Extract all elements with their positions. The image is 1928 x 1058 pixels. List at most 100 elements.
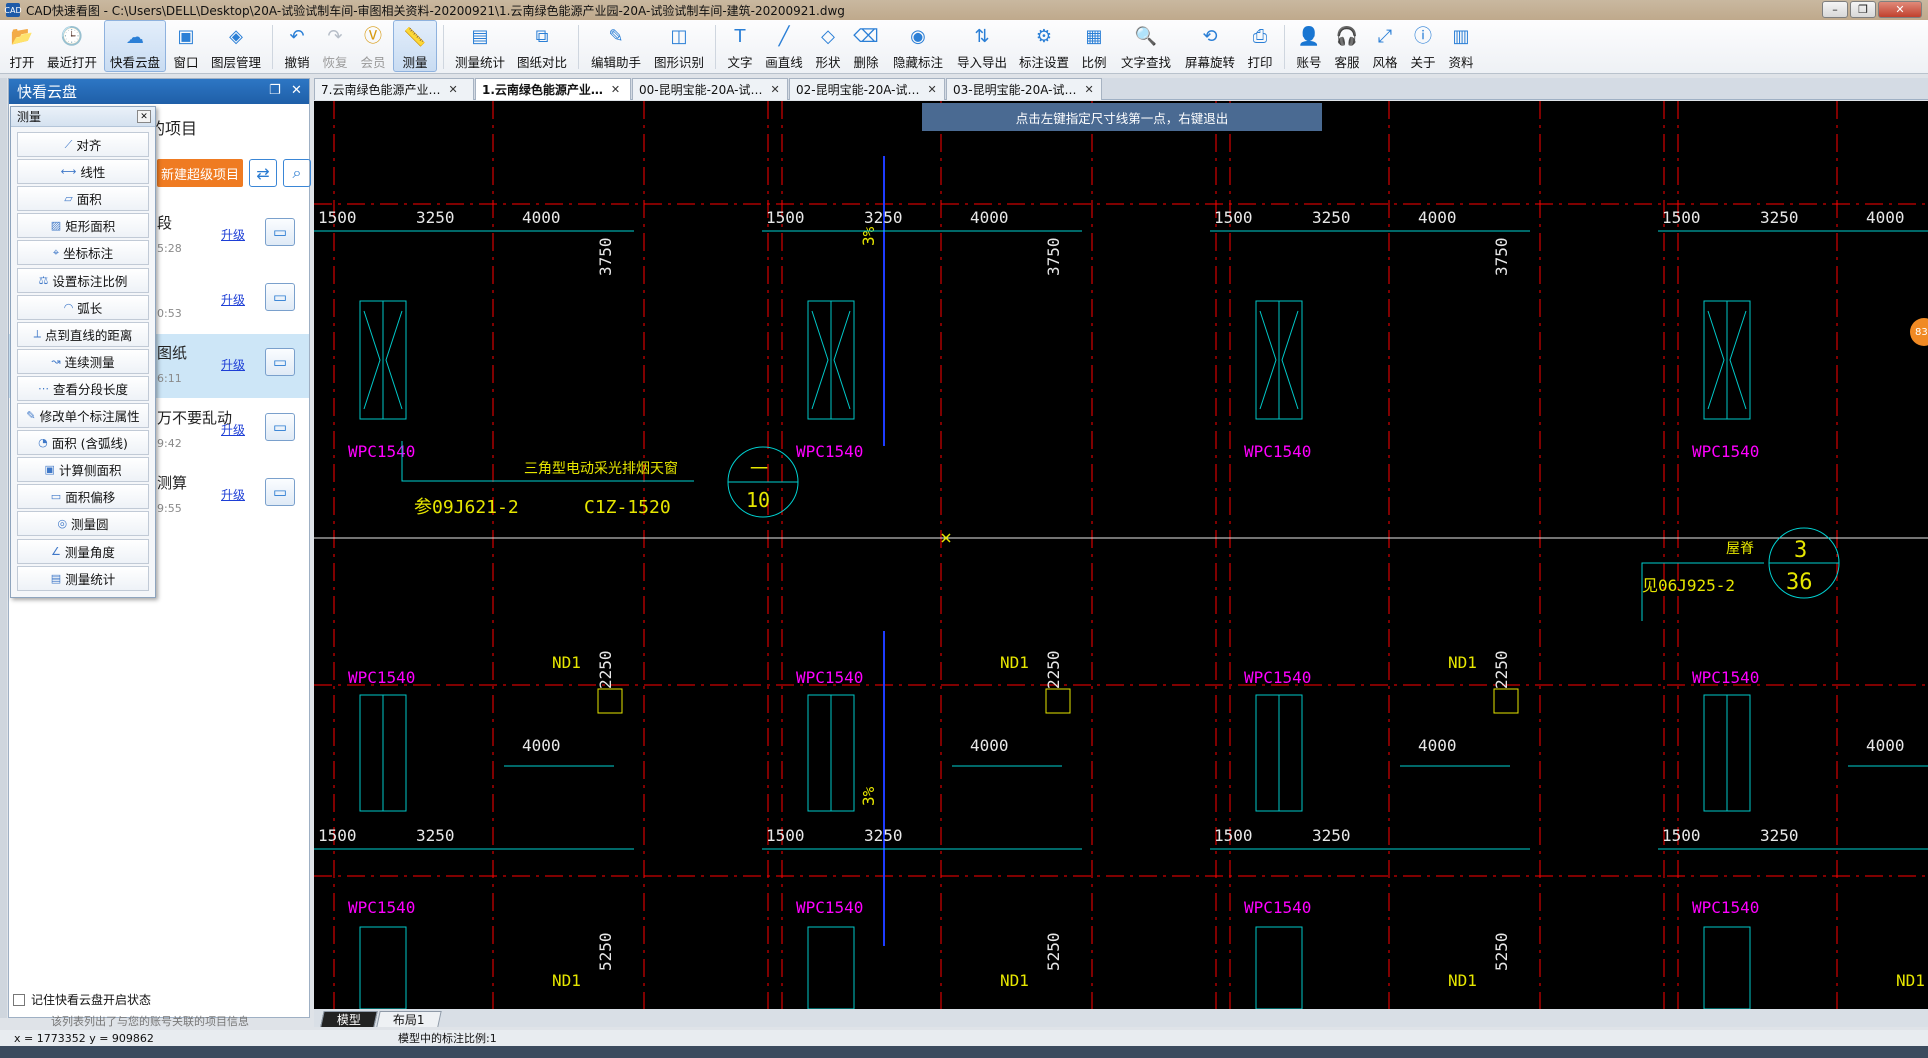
measure-item[interactable]: ▱ 面积	[17, 186, 149, 212]
toolbar-button-hide-annotation[interactable]: ◉ 隐藏标注	[886, 20, 950, 72]
upgrade-link[interactable]: 升级	[221, 226, 245, 243]
upgrade-link[interactable]: 升级	[221, 421, 245, 438]
document-tab[interactable]: 7.云南绿色能源产业… ✕	[314, 78, 474, 100]
measure-item[interactable]: ⌖ 坐标标注	[17, 240, 149, 266]
line-icon: ╱	[778, 26, 790, 47]
measure-item-icon: ⋯	[37, 381, 49, 395]
toolbar-button-scale[interactable]: ▦ 比例	[1076, 20, 1112, 72]
measure-item[interactable]: ▣ 计算侧面积	[17, 457, 149, 483]
upgrade-link[interactable]: 升级	[221, 291, 245, 308]
toolbar-separator	[443, 25, 444, 69]
measure-item[interactable]: ✎ 修改单个标注属性	[17, 403, 149, 428]
measure-item-label: 点到直线的距离	[44, 327, 133, 343]
toolbar-button-line[interactable]: ╱ 画直线	[760, 20, 808, 72]
text-search-icon: 🔍	[1134, 26, 1158, 47]
measure-item[interactable]: ⚖ 设置标注比例	[17, 267, 149, 293]
measure-item[interactable]: ⟂ 点到直线的距离	[17, 321, 149, 347]
measure-item[interactable]: ⟷ 线性	[17, 159, 149, 185]
panel-close-icon[interactable]: ✕	[291, 83, 302, 98]
measure-item[interactable]: ⋯ 查看分段长度	[17, 375, 149, 401]
document-tab[interactable]: 1.云南绿色能源产业… ✕	[475, 78, 631, 100]
window-sash	[833, 310, 851, 410]
measure-item[interactable]: ▭ 面积偏移	[17, 484, 149, 510]
close-tab-icon[interactable]: ✕	[611, 83, 620, 96]
toolbar-button-import-export[interactable]: ⇅ 导入导出	[952, 20, 1012, 72]
cad-drawing[interactable]: 3% 3% 1500 3250 4000 3750 WPC1540 WPC1540 ND1 225…	[314, 101, 1928, 1009]
toolbar-button-materials[interactable]: ▥ 资料	[1443, 20, 1479, 72]
measure-item[interactable]: ⟋ 对齐	[17, 132, 149, 157]
dimension-text: 1500	[1214, 208, 1253, 227]
document-tab[interactable]: 02-昆明宝能-20A-试… ✕	[789, 78, 945, 100]
open-folder-icon[interactable]: ▭	[265, 478, 295, 506]
toolbar-button-account[interactable]: 👤 账号	[1291, 20, 1327, 72]
toolbar-button-vip[interactable]: Ⓥ 会员	[355, 20, 391, 72]
toolbar-button-shape-recognize[interactable]: ◫ 图形识别	[649, 20, 709, 72]
toolbar-button-measure-stats[interactable]: ▤ 测量统计	[450, 20, 510, 72]
toolbar-label: 最近打开	[46, 55, 97, 70]
toolbar-button-info[interactable]: ⓘ 关于	[1405, 20, 1441, 72]
document-tab[interactable]: 00-昆明宝能-20A-试… ✕	[632, 78, 788, 100]
open-folder-icon[interactable]: ▭	[265, 348, 295, 376]
toolbar-button-window[interactable]: ▣ 窗口	[168, 20, 204, 72]
measure-item[interactable]: ▤ 测量统计	[17, 565, 149, 591]
toolbar-button-headset[interactable]: 🎧 客服	[1329, 20, 1365, 72]
measure-item[interactable]: ∠ 测量角度	[17, 538, 149, 564]
close-tab-icon[interactable]: ✕	[927, 83, 936, 96]
toolbar-button-style[interactable]: ⤢ 风格	[1367, 20, 1403, 72]
remember-checkbox[interactable]	[13, 993, 25, 1006]
close-tab-icon[interactable]: ✕	[1084, 83, 1093, 96]
open-folder-icon: 📂	[10, 26, 34, 47]
open-folder-icon[interactable]: ▭	[265, 413, 295, 441]
new-super-project-button[interactable]: 新建超级项目	[157, 159, 243, 187]
toolbar-button-ruler[interactable]: 📏 测量	[393, 20, 437, 72]
toolbar-button-cloud[interactable]: ☁ 快看云盘	[104, 20, 166, 72]
window-sash	[363, 310, 381, 410]
toolbar-button-edit-assistant[interactable]: ✎ 编辑助手	[585, 20, 647, 72]
close-tab-icon[interactable]: ✕	[770, 83, 779, 96]
measure-item[interactable]: ▨ 矩形面积	[17, 213, 149, 239]
panel-float-icon[interactable]: ❐	[269, 83, 281, 98]
measure-item-label: 计算侧面积	[58, 463, 122, 479]
restore-button[interactable]: ❐	[1850, 1, 1876, 18]
toolbar-button-shape[interactable]: ◇ 形状	[810, 20, 846, 72]
toolbar-button-recent-clock[interactable]: 🕒 最近打开	[42, 20, 102, 72]
measure-item[interactable]: ◎ 测量圆	[17, 511, 149, 537]
toolbar-button-open-folder[interactable]: 📂 打开	[4, 20, 40, 72]
measure-item[interactable]: ◠ 弧长	[17, 294, 149, 320]
toolbar-label: 隐藏标注	[892, 55, 943, 70]
document-tab[interactable]: 03-昆明宝能-20A-试… ✕	[946, 78, 1102, 100]
toolbar-button-print[interactable]: ⎙ 打印	[1242, 20, 1278, 72]
toolbar-button-redo[interactable]: ↷ 恢复	[317, 20, 353, 72]
toolbar-button-text-search[interactable]: 🔍 文字查找	[1114, 20, 1178, 72]
toolbar-button-compare[interactable]: ⧉ 图纸对比	[512, 20, 572, 72]
measure-item[interactable]: ◔ 面积 (含弧线)	[17, 430, 149, 456]
upgrade-link[interactable]: 升级	[221, 356, 245, 373]
toolbar-button-text[interactable]: T 文字	[722, 20, 758, 72]
measure-item[interactable]: ↝ 连续测量	[17, 348, 149, 374]
toolbar-button-layers[interactable]: ◈ 图层管理	[206, 20, 266, 72]
sync-icon[interactable]: ⇄	[249, 159, 277, 187]
measure-item-label: 面积偏移	[65, 490, 116, 506]
remember-open-state[interactable]: 记住快看云盘开启状态	[13, 991, 151, 1008]
search-icon[interactable]: ⌕	[283, 159, 311, 187]
close-tab-icon[interactable]: ✕	[448, 83, 457, 96]
upgrade-link[interactable]: 升级	[221, 486, 245, 503]
open-folder-icon[interactable]: ▭	[265, 283, 295, 311]
toolbar-button-rotate-screen[interactable]: ⟲ 屏幕旋转	[1180, 20, 1240, 72]
door-tag: ND1	[1448, 653, 1477, 672]
project-time: 9:55	[157, 502, 182, 515]
toolbar-button-annotation-settings[interactable]: ⚙ 标注设置	[1014, 20, 1074, 72]
panel-hint: 该列表列出了与您的账号关联的项目信息	[51, 1015, 249, 1028]
callout-code: C1Z-1520	[584, 497, 671, 518]
drawing-canvas[interactable]: 3% 3% 1500 3250 4000 3750 WPC1540 WPC1540 ND1 225…	[314, 101, 1928, 1009]
measure-menu-close-icon[interactable]: ✕	[137, 110, 151, 123]
open-folder-icon[interactable]: ▭	[265, 218, 295, 246]
layout-tab[interactable]: 布局1	[376, 1011, 442, 1027]
minimize-button[interactable]: –	[1822, 1, 1848, 18]
toolbar-button-eraser[interactable]: ⌫ 删除	[848, 20, 884, 72]
layout-tab[interactable]: 模型	[320, 1011, 378, 1027]
close-window-button[interactable]: ✕	[1878, 1, 1922, 18]
measure-item-label: 坐标标注	[63, 246, 114, 262]
toolbar-button-undo[interactable]: ↶ 撤销	[279, 20, 315, 72]
toolbar-label: 图形识别	[653, 55, 704, 70]
